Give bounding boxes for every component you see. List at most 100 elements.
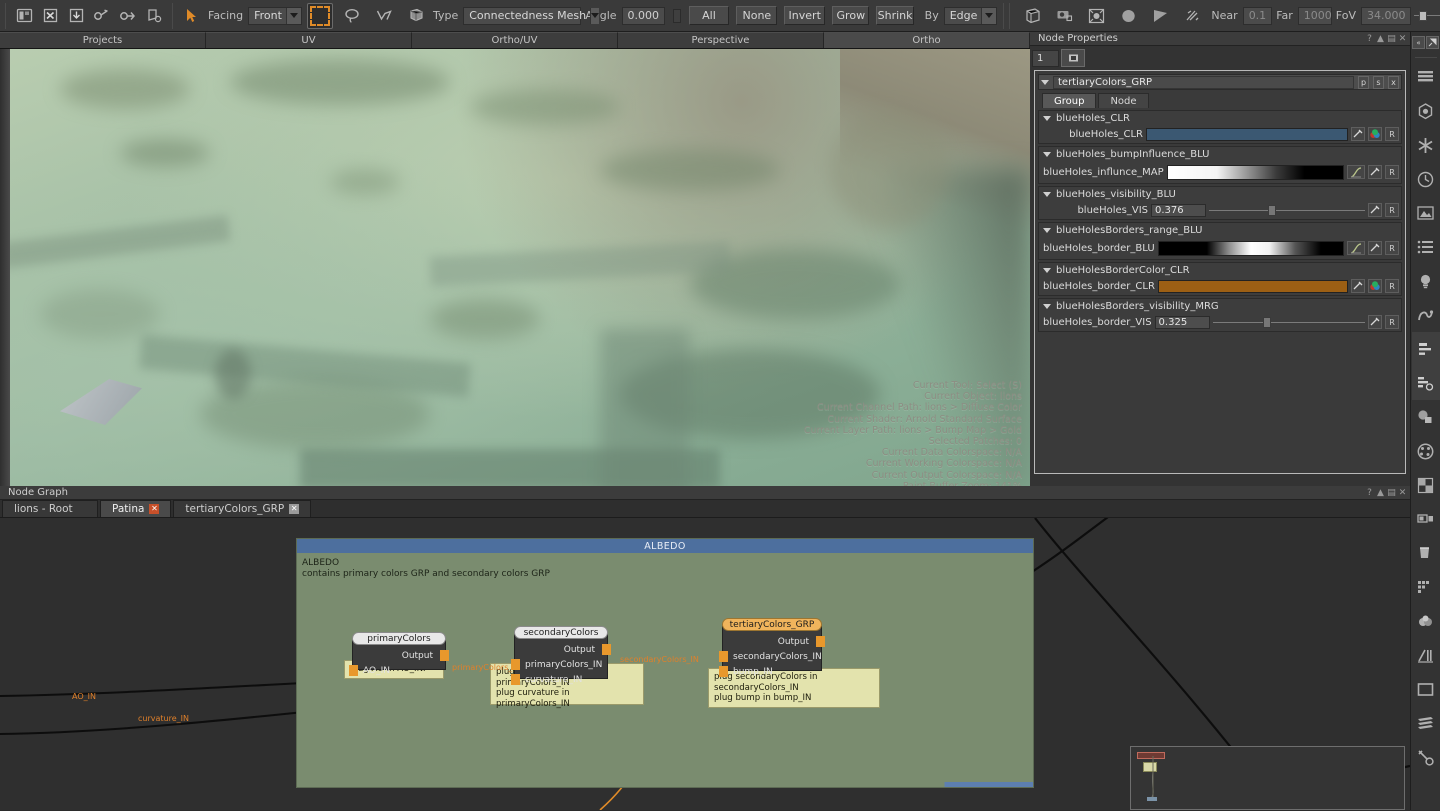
- node-input-port-row[interactable]: primaryColors_IN: [511, 657, 607, 672]
- output-port[interactable]: [602, 644, 611, 655]
- select-grow-button[interactable]: Grow: [832, 6, 870, 25]
- gradient-ramp[interactable]: [1166, 164, 1344, 180]
- fov-input[interactable]: 34.000: [1360, 6, 1412, 25]
- tool-properties-icon[interactable]: [1412, 740, 1440, 774]
- layers-stack-icon[interactable]: [1412, 706, 1440, 740]
- connect-icon[interactable]: [1368, 165, 1382, 179]
- section-header[interactable]: blueHoles_CLR: [1039, 111, 1401, 125]
- node-properties-icon[interactable]: [1411, 332, 1440, 366]
- snowflake-icon[interactable]: [1412, 128, 1440, 162]
- help-icon[interactable]: ?: [1364, 487, 1375, 498]
- color-swatch[interactable]: [1146, 127, 1348, 141]
- float-icon[interactable]: ▲: [1375, 33, 1386, 44]
- tab-group[interactable]: Group: [1042, 93, 1097, 108]
- node-input-port-row[interactable]: AO_IN: [349, 663, 445, 678]
- marquee-select-icon[interactable]: [306, 2, 333, 29]
- by-select[interactable]: Edge: [943, 6, 998, 25]
- uv-grid-icon[interactable]: [1412, 468, 1440, 502]
- bake-settings-icon[interactable]: [141, 3, 167, 29]
- float-icon[interactable]: ▲: [1375, 487, 1386, 498]
- connect-icon[interactable]: [1368, 241, 1382, 255]
- graph-tab-patina[interactable]: Patina ✕: [100, 500, 172, 517]
- reset-button[interactable]: R: [1385, 127, 1399, 141]
- node-input-port-row[interactable]: secondaryColors_IN: [719, 649, 822, 664]
- objects-icon[interactable]: [1412, 400, 1440, 434]
- viewport-tab-ortho-uv[interactable]: Ortho/UV: [412, 32, 618, 48]
- connect-icon[interactable]: [1368, 315, 1382, 329]
- pin-icon[interactable]: [1061, 49, 1085, 67]
- light-setup-icon[interactable]: [1083, 3, 1109, 29]
- color-swatch[interactable]: [1157, 279, 1348, 293]
- colors-icon[interactable]: [1412, 604, 1440, 638]
- gradient-ramp[interactable]: [1157, 240, 1344, 256]
- shading-icon[interactable]: [1412, 94, 1440, 128]
- histogram-icon[interactable]: [1412, 638, 1440, 672]
- node-input-port-row[interactable]: curvature_IN: [511, 672, 607, 687]
- projection-settings-icon[interactable]: [1411, 366, 1440, 400]
- image-export-icon[interactable]: [37, 3, 63, 29]
- close-icon[interactable]: ✕: [289, 504, 300, 514]
- close-icon[interactable]: ✕: [1397, 487, 1408, 498]
- section-header[interactable]: blueHoles_bumpInfluence_BLU: [1039, 147, 1401, 161]
- scatter-icon[interactable]: [1179, 3, 1205, 29]
- select-all-button[interactable]: All: [688, 6, 730, 25]
- viewport-tab-perspective[interactable]: Perspective: [618, 32, 824, 48]
- select-shrink-button[interactable]: Shrink: [876, 6, 914, 25]
- paint-select-icon[interactable]: [403, 3, 429, 29]
- select-arrow-icon[interactable]: [178, 3, 204, 29]
- bounding-box-icon[interactable]: [1019, 3, 1045, 29]
- reset-button[interactable]: R: [1385, 203, 1399, 217]
- type-select[interactable]: Connectedness Mesh: [463, 6, 600, 25]
- node-secondarycolors[interactable]: secondaryColors Output primaryColors_IN …: [511, 626, 611, 685]
- palette-icon[interactable]: [1412, 434, 1440, 468]
- angle-input[interactable]: 0.000: [621, 6, 666, 25]
- input-port[interactable]: [349, 665, 358, 676]
- collapse-icon[interactable]: «: [1412, 36, 1425, 49]
- palette-icon[interactable]: [11, 3, 37, 29]
- curve-icon[interactable]: [1347, 165, 1365, 179]
- download-icon[interactable]: [63, 3, 89, 29]
- node-primarycolors[interactable]: primaryColors Output AO_IN: [349, 632, 449, 676]
- curve-icon[interactable]: [1347, 241, 1365, 255]
- polyline-select-icon[interactable]: [371, 3, 397, 29]
- connect-icon[interactable]: [1351, 279, 1365, 293]
- graph-tab-tertiarycolors[interactable]: tertiaryColors_GRP ✕: [173, 500, 312, 517]
- node-name-field[interactable]: tertiaryColors_GRP: [1053, 75, 1354, 89]
- node-close-button[interactable]: x: [1388, 75, 1399, 89]
- node-output-port-row[interactable]: Output: [353, 648, 449, 663]
- minimize-icon[interactable]: ▤: [1386, 487, 1397, 498]
- viewport-tab-uv[interactable]: UV: [206, 32, 412, 48]
- fov-slider[interactable]: [1414, 9, 1440, 23]
- camera-projection-icon[interactable]: [1051, 3, 1077, 29]
- pin-icon[interactable]: [1426, 36, 1439, 49]
- colorpicker-icon[interactable]: [1368, 279, 1382, 293]
- section-header[interactable]: blueHolesBorderColor_CLR: [1039, 263, 1401, 277]
- reset-button[interactable]: R: [1385, 165, 1399, 179]
- paint-bucket-icon[interactable]: [1412, 536, 1440, 570]
- gradient-icon[interactable]: [1147, 3, 1173, 29]
- image-manager-icon[interactable]: [1412, 196, 1440, 230]
- history-icon[interactable]: [1412, 162, 1440, 196]
- select-none-button[interactable]: None: [736, 6, 778, 25]
- close-icon[interactable]: ✕: [149, 504, 160, 514]
- chevron-down-icon[interactable]: [1041, 79, 1049, 85]
- reset-button[interactable]: R: [1385, 279, 1399, 293]
- unlink-icon[interactable]: [89, 3, 115, 29]
- input-port[interactable]: [511, 674, 520, 685]
- canvas-icon[interactable]: [1412, 672, 1440, 706]
- shelf-icon[interactable]: [1412, 570, 1440, 604]
- value-input[interactable]: 0.325: [1154, 315, 1210, 329]
- node-index-input[interactable]: 1: [1032, 49, 1059, 67]
- node-p-button[interactable]: p: [1358, 75, 1369, 89]
- value-input[interactable]: 0.376: [1151, 203, 1206, 217]
- section-header[interactable]: blueHolesBorders_visibility_MRG: [1039, 299, 1401, 313]
- facing-select[interactable]: Front: [248, 6, 302, 25]
- layers-icon[interactable]: [1412, 60, 1440, 94]
- close-icon[interactable]: ✕: [1397, 33, 1408, 44]
- value-slider[interactable]: [1209, 204, 1365, 217]
- colorpicker-icon[interactable]: [1368, 127, 1382, 141]
- lasso-select-icon[interactable]: [339, 3, 365, 29]
- output-port[interactable]: [816, 636, 825, 647]
- node-s-button[interactable]: s: [1373, 75, 1384, 89]
- link-icon[interactable]: [115, 3, 141, 29]
